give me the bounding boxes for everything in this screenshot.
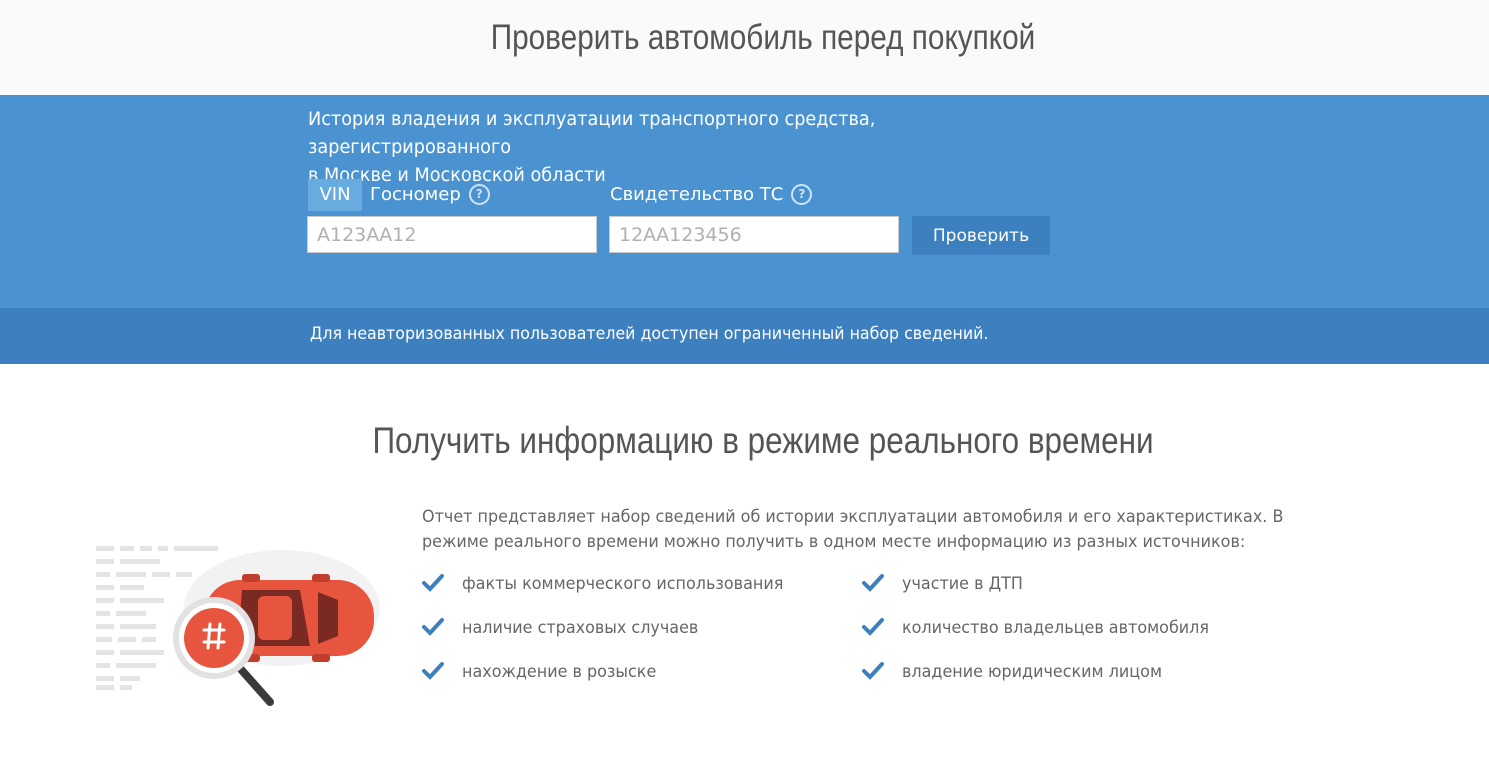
check-button[interactable]: Проверить <box>912 216 1050 255</box>
tab-vin[interactable]: VIN <box>308 179 362 211</box>
feature-label: факты коммерческого использования <box>462 574 784 594</box>
feature-label: количество владельцев автомобиля <box>902 618 1210 638</box>
feature-label: владение юридическим лицом <box>902 662 1163 682</box>
notice-bar: Для неавторизованных пользователей досту… <box>0 308 1489 364</box>
check-icon <box>862 662 884 680</box>
car-illustration <box>96 546 380 706</box>
check-icon <box>422 662 444 680</box>
tab-plate-number[interactable]: Госномер? <box>370 179 490 211</box>
feature-label: нахождение в розыске <box>462 662 657 682</box>
help-icon[interactable]: ? <box>468 184 490 205</box>
notice-text: Для неавторизованных пользователей досту… <box>310 324 989 344</box>
check-icon <box>422 574 444 592</box>
intro-line-2: режиме реального времени можно получить … <box>422 532 1246 552</box>
page-header: Проверить автомобиль перед покупкой <box>0 0 1489 95</box>
search-panel: История владения и эксплуатации транспор… <box>0 95 1489 308</box>
check-icon <box>862 574 884 592</box>
page-title: Проверить автомобиль перед покупкой <box>490 18 1036 57</box>
feature-label: участие в ДТП <box>902 574 1023 594</box>
certificate-label-text: Свидетельство ТС <box>610 184 784 205</box>
tab-plate-number-label: Госномер <box>370 184 461 205</box>
help-icon[interactable]: ? <box>791 184 813 205</box>
search-description-line-1: История владения и эксплуатации транспор… <box>308 108 876 158</box>
certificate-input[interactable] <box>609 216 899 253</box>
plate-number-input[interactable] <box>307 216 597 253</box>
intro-text: Отчет представляет набор сведений об ист… <box>422 505 1287 555</box>
search-description: История владения и эксплуатации транспор… <box>308 105 1071 189</box>
certificate-label: Свидетельство ТС? <box>610 179 813 211</box>
check-icon <box>422 618 444 636</box>
section-title: Получить информацию в режиме реального в… <box>372 420 1154 461</box>
check-icon <box>862 618 884 636</box>
feature-label: наличие страховых случаев <box>462 618 699 638</box>
intro-line-1: Отчет представляет набор сведений об ист… <box>422 507 1284 527</box>
